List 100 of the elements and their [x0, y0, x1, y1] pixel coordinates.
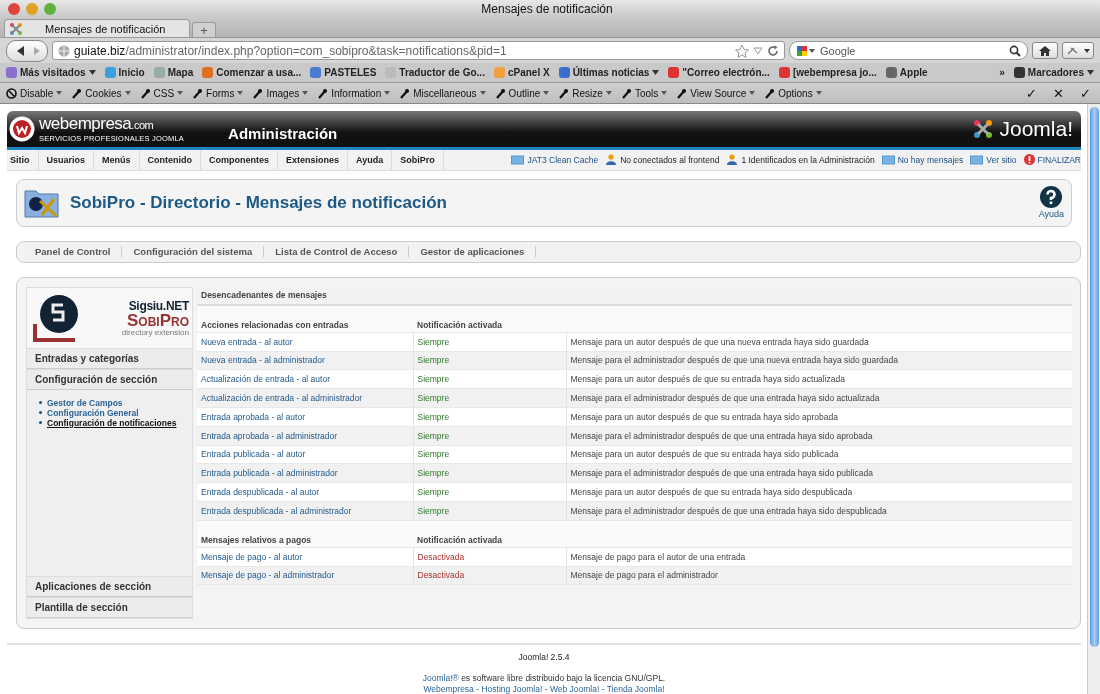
action-link[interactable]: Entrada despublicada - al autor [201, 487, 320, 498]
admin-menu-item[interactable]: Ayuda [348, 149, 393, 170]
version-text: Joomla! 2.5.4 [518, 652, 570, 662]
toolbar-menu[interactable]: Miscellaneous [413, 87, 477, 99]
accordion-section[interactable]: Aplicaciones de sección [27, 576, 192, 597]
table-cell: Siempre [413, 388, 566, 408]
admin-menu-item[interactable]: Usuarios [38, 149, 94, 170]
action-link[interactable]: Entrada despublicada - al administrador [201, 505, 352, 516]
action-link[interactable]: Actualización de entrada - al administrador [201, 393, 363, 404]
accordion-section[interactable]: Entradas y categorías [27, 347, 192, 369]
bookmark-item[interactable]: Últimas noticias [572, 67, 650, 78]
brand-name: webempresa.com [39, 114, 155, 134]
table-cell: Siempre [413, 351, 566, 370]
action-link[interactable]: Mensaje de pago - al administrador [201, 570, 335, 581]
submenu-link[interactable]: Panel de Control [24, 246, 123, 258]
action-link[interactable]: Actualización de entrada - al autor [201, 374, 330, 385]
bookmark-item[interactable]: [webempresa jo... [792, 67, 877, 78]
table-cell: Desactivada [413, 547, 566, 567]
license-text: Joomla!® es software libre distribuido bajo la licencia GNU/GPL. [422, 673, 666, 683]
joomla-link[interactable]: Joomla!® [422, 673, 459, 683]
table-cell: Mensaje para un autor después de que su entrada haya sido aprobada [566, 407, 1072, 427]
table-cell: Mensaje para un autor después de que su entrada haya sido publicada [566, 445, 1072, 464]
bookmark-item[interactable]: Mapa [167, 67, 194, 78]
table-cell: Siempre [413, 445, 566, 464]
admin-menu-item[interactable]: Sitio [7, 149, 39, 170]
toolbar-menu[interactable]: Images [266, 87, 300, 99]
status-item[interactable]: No hay mensajes [881, 154, 964, 165]
status-item: 1 Identificados en la Administración [726, 154, 875, 166]
footer-links[interactable]: Webempresa - Hosting Joomla! - Web Joomla! - Tienda Joomla! [423, 684, 665, 694]
bookmark-item[interactable]: Más visitados [20, 67, 86, 78]
table-cell: Siempre [413, 482, 566, 502]
table-cell: Mensaje para el administrador después de que una entrada haya sido actualizada [566, 388, 1072, 408]
new-tab-button[interactable]: + [192, 22, 216, 37]
toolbar-menu[interactable]: View Source [690, 87, 747, 99]
bookmark-item[interactable]: Inicio [118, 67, 145, 78]
action-link[interactable]: Nueva entrada - al administrador [201, 355, 325, 366]
bookmarks-menu[interactable]: Marcadores [1027, 67, 1084, 78]
admin-title: Administración [228, 125, 338, 143]
table-cell: Siempre [413, 332, 566, 352]
admin-menu-item[interactable]: Contenido [139, 149, 202, 170]
admin-menu-item[interactable]: SobiPro [392, 149, 444, 170]
toolbar-menu[interactable]: Resize [572, 87, 603, 99]
bookmark-item[interactable]: Traductor de Go... [399, 67, 485, 78]
table-cell: Mensaje para el administrador después de que una nueva entrada haya sido guardada [566, 351, 1072, 370]
admin-menu-item[interactable]: Componentes [201, 149, 279, 170]
action-link[interactable]: Entrada publicada - al autor [201, 449, 306, 460]
bookmark-item[interactable]: PASTELES [324, 67, 377, 78]
toolbar-menu[interactable]: Cookies [85, 87, 122, 99]
joomla-logo-text: Joomla! [999, 116, 1073, 141]
table-cell: Siempre [413, 501, 566, 521]
table-cell: Mensaje para un autor después de que una nueva entrada haya sido guardada [566, 332, 1072, 352]
submenu-link[interactable]: Configuración del sistema [122, 246, 265, 258]
accordion-section[interactable]: Configuración de sección [27, 368, 192, 390]
toolbar-menu[interactable]: Disable [20, 87, 54, 99]
submenu-link[interactable]: Lista de Control de Acceso [264, 246, 410, 258]
action-link[interactable]: Entrada aprobada - al autor [201, 411, 305, 422]
toolbar-menu[interactable]: Tools [634, 87, 659, 99]
status-item[interactable]: JAT3 Clean Cache [511, 154, 599, 165]
more-bookmarks-button[interactable]: » [999, 67, 1005, 78]
table-cell: Mensaje para el administrador después de que una entrada haya sido despublicada [566, 501, 1072, 521]
table-cell: Mensaje para el administrador después de que una entrada haya sido aprobada [566, 426, 1072, 446]
status-item[interactable]: Ver sitio [970, 154, 1017, 165]
status-item: No conectados al frontend [605, 154, 720, 166]
browser-tab[interactable]: Mensajes de notificación [4, 19, 190, 37]
bookmark-item[interactable]: Comenzar a usa... [216, 67, 302, 78]
table-cell: Mensaje para un autor después de que su entrada haya sido despublicada [566, 482, 1072, 502]
toolbar-menu[interactable]: CSS [153, 87, 175, 99]
submenu-link[interactable]: Gestor de aplicaciones [409, 246, 537, 258]
accordion-section[interactable]: Plantilla de sección [27, 597, 192, 618]
status-mark: ✕ [1051, 85, 1065, 101]
toolbar-menu[interactable]: Information [331, 87, 382, 99]
url-field[interactable]: guiate.biz/administrator/index.php?option=com_sobipro&task=notifications&pid=1 [52, 41, 785, 60]
table-cell: Mensaje para el administrador después de que una entrada haya sido publicada [566, 463, 1072, 483]
bookmark-item[interactable]: cPanel X [507, 67, 550, 78]
status-item[interactable]: FINALIZAR [1023, 154, 1081, 166]
toolbar-menu[interactable]: Options [778, 87, 813, 99]
action-link[interactable]: Entrada publicada - al administrador [201, 468, 338, 479]
admin-menu-item[interactable]: Extensiones [278, 149, 349, 170]
sidebar-link[interactable]: Configuración de notificaciones [47, 417, 177, 428]
window-title: Mensajes de notificación [481, 2, 613, 16]
toolbar-menu[interactable]: Outline [508, 87, 541, 99]
table-cell: Siempre [413, 426, 566, 446]
table-cell: Desactivada [413, 566, 566, 585]
search-input[interactable]: Google [818, 43, 1007, 58]
page-title: SobiPro - Directorio - Mensajes de notificación [70, 192, 447, 213]
column-header: Acciones relacionadas con entradas [197, 305, 413, 333]
sidebar-link[interactable]: Gestor de Campos [47, 397, 123, 408]
column-header: Mensajes relativos a pagos [197, 520, 413, 548]
search-field[interactable]: Google [789, 41, 1028, 60]
table-cell: Siempre [413, 463, 566, 483]
action-link[interactable]: Entrada aprobada - al administrador [201, 430, 338, 441]
bookmark-item[interactable]: Apple [899, 67, 928, 78]
admin-menu-item[interactable]: Menús [94, 149, 140, 170]
sidebar-link[interactable]: Configuración General [47, 407, 139, 418]
table-cell: Mensaje para un autor después de que su entrada haya sido actualizada [566, 369, 1072, 389]
action-link[interactable]: Nueva entrada - al autor [201, 336, 293, 347]
table-cell: Siempre [413, 369, 566, 389]
action-link[interactable]: Mensaje de pago - al autor [201, 551, 303, 562]
toolbar-menu[interactable]: Forms [206, 87, 235, 99]
bookmark-item[interactable]: "Correo electrón... [682, 67, 770, 78]
